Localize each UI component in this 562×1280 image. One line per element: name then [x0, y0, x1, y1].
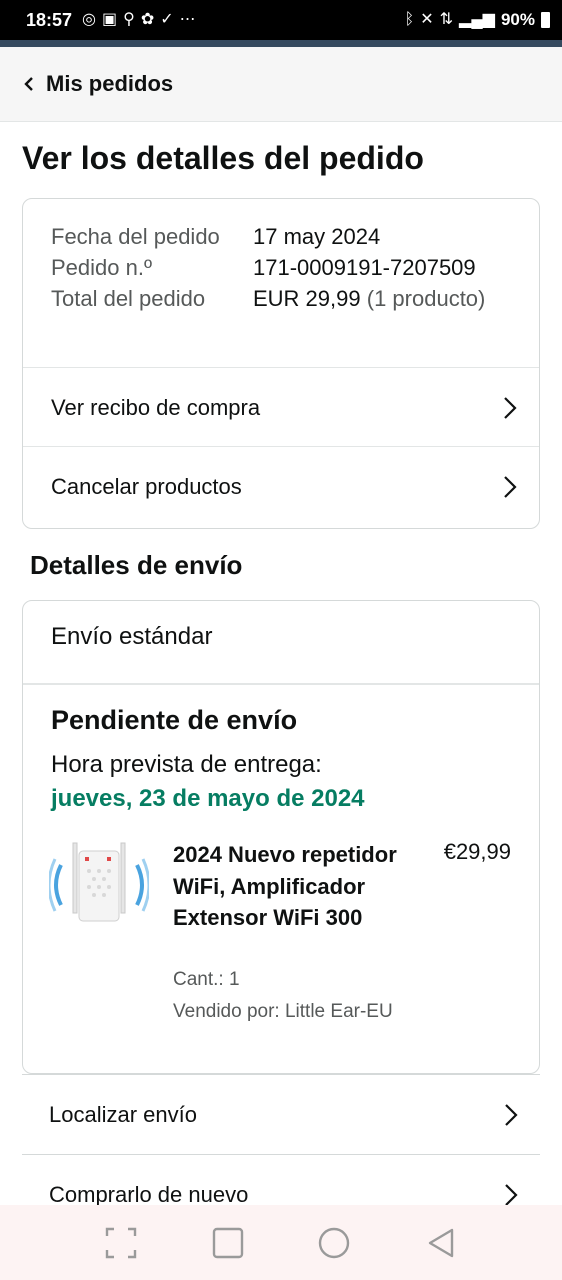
chevron-left-icon: [20, 75, 38, 93]
back-triangle-icon: [428, 1228, 453, 1257]
chevron-right-icon: [505, 1103, 518, 1126]
app-icon: ✿: [140, 11, 155, 28]
whatsapp-icon: ◎: [82, 11, 97, 28]
bluetooth-icon: ᛒ: [404, 11, 415, 28]
shipping-section-title: Detalles de envío: [30, 550, 243, 580]
order-number-row: Pedido n.º 171-0009191-7207509: [51, 252, 521, 283]
recents-button[interactable]: [209, 1224, 247, 1262]
shipment-card: Envío estándar Pendiente de envío Hora p…: [22, 600, 540, 1074]
track-package-label: Localizar envío: [49, 1101, 197, 1127]
track-package-link[interactable]: Localizar envío: [22, 1074, 540, 1154]
product-image[interactable]: [47, 837, 151, 933]
eta-date: jueves, 23 de mayo de 2024: [51, 785, 365, 812]
battery-icon: [541, 12, 550, 28]
chevron-right-icon: [504, 475, 517, 498]
shipping-method: Envío estándar: [51, 623, 213, 650]
order-total-value: EUR 29,99: [253, 286, 361, 311]
product-title[interactable]: 2024 Nuevo repetidor WiFi, Amplificador …: [173, 839, 423, 934]
page-title: Ver los detalles del pedido: [22, 140, 424, 176]
battery-percent: 90%: [500, 10, 535, 29]
order-date-label: Fecha del pedido: [51, 224, 220, 249]
screenshot-button[interactable]: [102, 1224, 140, 1262]
view-receipt-link[interactable]: Ver recibo de compra: [23, 367, 539, 447]
product-quantity: Cant.: 1: [173, 969, 240, 990]
cancel-products-label: Cancelar productos: [51, 473, 242, 499]
order-total-label: Total del pedido: [51, 286, 206, 311]
system-nav-bar: [0, 1205, 562, 1280]
cancel-products-link[interactable]: Cancelar productos: [23, 446, 539, 526]
recents-icon: [212, 1227, 243, 1258]
divider: [23, 683, 539, 685]
order-summary-card: Fecha del pedido 17 may 2024 Pedido n.º …: [22, 198, 540, 529]
status-bar: 18:57 ◎ ▣ ⚲ ✿ ✓ ⋯ ᛒ ✕ ⇅ ▂▄▆ 90%: [0, 0, 562, 40]
location-icon: ⚲: [123, 11, 135, 28]
order-total-count: (1 producto): [366, 286, 486, 311]
chevron-right-icon: [505, 1183, 518, 1206]
order-number-label: Pedido n.º: [51, 255, 152, 280]
home-button[interactable]: [315, 1224, 353, 1262]
screenshot-icon: [106, 1227, 137, 1258]
more-icon: ⋯: [179, 11, 196, 28]
product-price: €29,99: [443, 839, 511, 864]
shipment-status: Pendiente de envío: [51, 705, 298, 735]
status-time: 18:57: [26, 9, 73, 30]
signal-icon: ▂▄▆: [459, 11, 495, 28]
order-total-row: Total del pedido EUR 29,99 (1 producto): [51, 283, 521, 314]
back-to-orders[interactable]: Mis pedidos: [0, 47, 562, 122]
nike-icon: ✓: [160, 11, 174, 28]
order-date-value: 17 may 2024: [253, 224, 381, 249]
back-label: Mis pedidos: [46, 71, 174, 96]
order-date-row: Fecha del pedido 17 may 2024: [51, 221, 521, 252]
product-seller: Vendido por: Little Ear-EU: [173, 1001, 393, 1022]
home-icon: [319, 1227, 350, 1258]
order-number-value: 171-0009191-7207509: [253, 255, 476, 280]
data-icon: ⇅: [439, 11, 454, 28]
mute-icon: ✕: [420, 11, 434, 28]
gallery-icon: ▣: [102, 11, 118, 28]
accent-bar: [0, 40, 562, 47]
back-button[interactable]: [422, 1224, 460, 1262]
view-receipt-label: Ver recibo de compra: [51, 394, 261, 420]
eta-label: Hora prevista de entrega:: [51, 751, 322, 778]
buy-again-label: Comprarlo de nuevo: [49, 1181, 249, 1207]
chevron-right-icon: [504, 396, 517, 419]
